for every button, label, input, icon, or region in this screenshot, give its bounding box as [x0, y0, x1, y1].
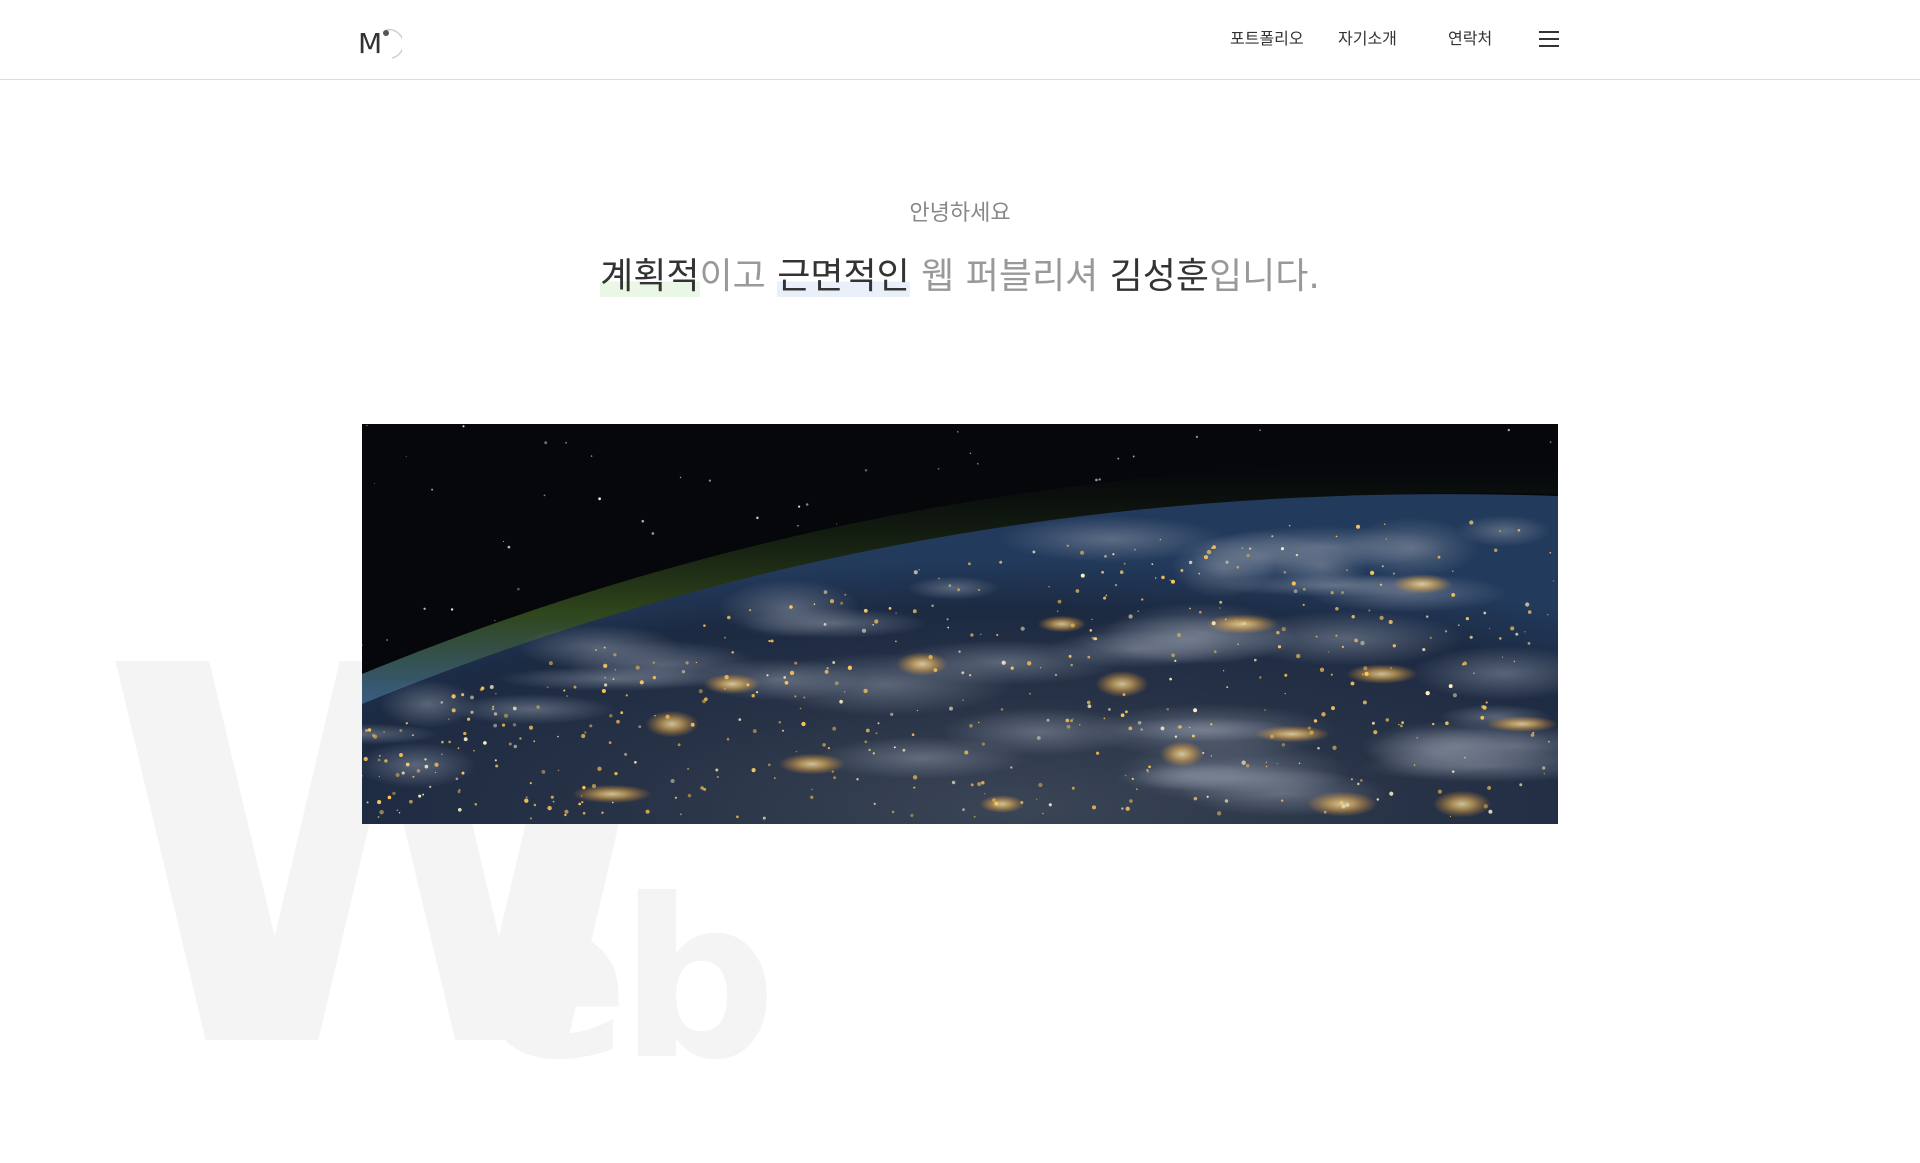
logo-link[interactable]: M [356, 24, 402, 64]
headline-name: 김성훈 [1109, 256, 1210, 297]
watermark-eb: eb [480, 852, 777, 1108]
headline-role: 웹 퍼블리셔 [909, 256, 1110, 297]
headline-connector: 이고 [699, 256, 778, 297]
headline: 계획적이고 근면적인 웹 퍼블리셔 김성훈입니다. [0, 253, 1920, 301]
site-header: M 포트폴리오 자기소개 연락처 [0, 0, 1920, 80]
headline-ending: 입니다. [1209, 256, 1320, 297]
greeting-text: 안녕하세요 [909, 201, 1011, 226]
nav-about-link[interactable]: 자기소개 [1338, 28, 1397, 50]
nav-contact-link[interactable]: 연락처 [1448, 28, 1492, 50]
earth-night-illustration [362, 424, 1558, 824]
headline-word-planned: 계획적 [600, 256, 700, 297]
hero-image [362, 424, 1558, 824]
headline-word-diligent: 근면적인 [777, 256, 910, 297]
nav-portfolio-link[interactable]: 포트폴리오 [1230, 28, 1304, 50]
hamburger-menu-icon[interactable] [1538, 28, 1560, 50]
logo-letter: M [358, 27, 383, 60]
